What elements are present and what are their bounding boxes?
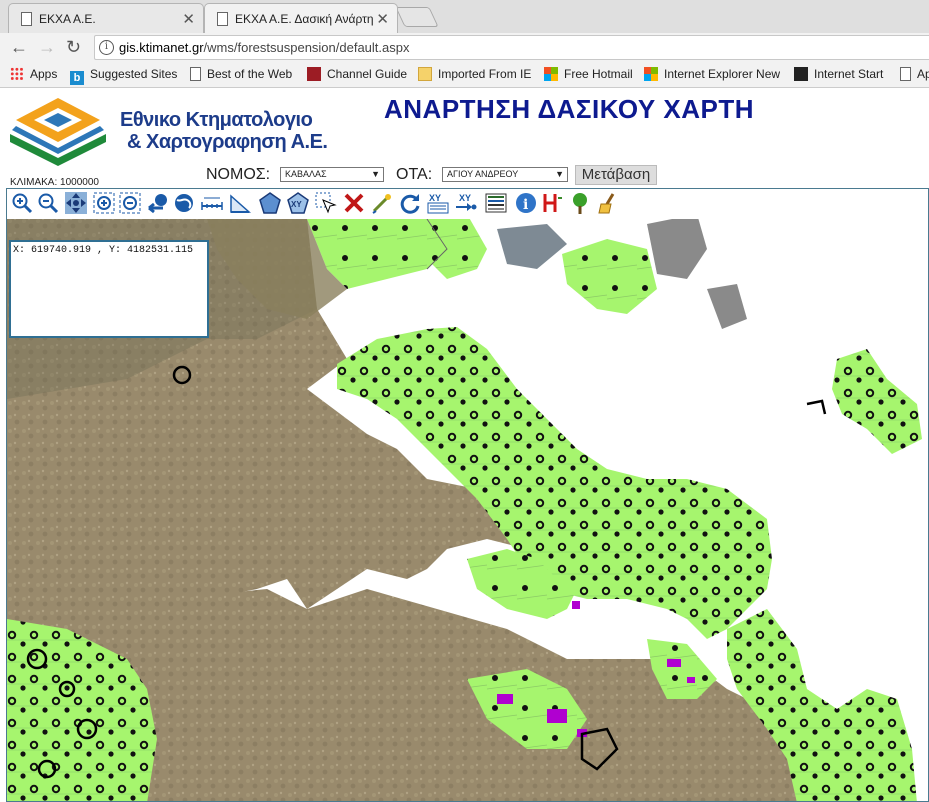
folder-icon [418, 67, 432, 81]
go-button[interactable]: Μετάβαση [575, 165, 657, 185]
select-icon[interactable] [315, 192, 337, 214]
logo-line-2: & Χαρτογραφηση Α.Ε. [127, 131, 328, 153]
map-viewer[interactable]: XY XY XY i X: 619740.919 , Y: 4182531.11… [6, 188, 929, 802]
page-icon [21, 12, 32, 26]
nomos-select[interactable]: ΚΑΒΑΛΑΣ [280, 167, 384, 182]
apps-icon [10, 67, 24, 81]
zoom-in-icon[interactable] [11, 192, 33, 214]
zoom-box-in-icon[interactable] [93, 192, 115, 214]
nomos-label: ΝΟΜΟΣ: [206, 166, 271, 183]
zoom-box-out-icon[interactable] [119, 192, 141, 214]
coordinates-readout: X: 619740.919 , Y: 4182531.115 [13, 245, 194, 256]
info-icon[interactable]: i [515, 192, 537, 214]
bookmark-label: Apps [30, 67, 58, 81]
windows-icon [644, 67, 658, 81]
url-text[interactable]: gis.ktimanet.gr/wms/forestsuspension/def… [119, 40, 409, 55]
close-tab-icon[interactable]: ✕ [376, 10, 389, 28]
xy-goto-icon[interactable]: XY [455, 192, 477, 214]
page-title: ΑΝΑΡΤΗΣΗ ΔΑΣΙΚΟΥ ΧΑΡΤΗ [384, 94, 755, 124]
address-bar[interactable]: i gis.ktimanet.gr/wms/forestsuspension/d… [94, 35, 929, 60]
coordinates-panel: X: 619740.919 , Y: 4182531.115 [9, 240, 209, 338]
measure-distance-icon[interactable] [201, 192, 223, 214]
k-icon [794, 67, 808, 81]
forest-icon[interactable] [569, 192, 591, 214]
bookmark-more[interactable]: Ap [900, 67, 929, 81]
ota-select[interactable]: ΑΓΙΟΥ ΑΝΔΡΕΟΥ [442, 167, 568, 182]
browser-tab-title: ΕΚΧΑ Α.Ε. Δασική Ανάρτη [235, 12, 374, 26]
url-path: /wms/forestsuspension/default.aspx [203, 40, 410, 55]
bing-icon: b [70, 71, 84, 85]
pan-icon[interactable] [65, 192, 87, 214]
close-tab-icon[interactable]: ✕ [182, 10, 195, 28]
browser-tabstrip: ΕΚΧΑ Α.Ε. ✕ ΕΚΧΑ Α.Ε. Δασική Ανάρτη ✕ [0, 0, 929, 33]
bookmark-label: Internet Explorer News [664, 67, 780, 81]
ktimatologio-logo-icon [10, 98, 106, 166]
xy-list-icon[interactable]: XY [427, 192, 449, 214]
reload-icon[interactable]: ↻ [66, 37, 81, 58]
windows-icon [544, 67, 558, 81]
bookmark-label: Imported From IE [438, 67, 532, 81]
new-tab-button[interactable] [395, 7, 439, 27]
full-extent-icon[interactable] [173, 192, 195, 214]
clear-icon[interactable] [343, 192, 365, 214]
refresh-icon[interactable] [399, 192, 421, 214]
browser-tab-2[interactable]: ΕΚΧΑ Α.Ε. Δασική Ανάρτη ✕ [204, 3, 398, 33]
logo-line-1: Εθνικο Κτηματολογιο [120, 109, 313, 131]
browser-tab-title: ΕΚΧΑ Α.Ε. [39, 12, 96, 26]
zoom-out-icon[interactable] [37, 192, 59, 214]
svg-text:XY: XY [429, 193, 441, 203]
polygon-icon[interactable] [259, 192, 281, 214]
forward-icon[interactable]: → [38, 37, 56, 58]
back-icon[interactable]: ← [10, 37, 28, 58]
svg-text:i: i [523, 197, 528, 213]
info-icon[interactable]: i [99, 40, 114, 55]
logo-text: Εθνικο Κτηματολογιο & Χαρτογραφηση Α.Ε. [120, 109, 328, 153]
history-icon[interactable] [541, 192, 563, 214]
bookmark-label: Free Hotmail [564, 67, 633, 81]
xy-polygon-icon[interactable]: XY [287, 192, 309, 214]
bookmark-internet-start[interactable]: Internet Start [794, 67, 883, 81]
bookmark-apps[interactable]: Apps [10, 67, 57, 81]
bookmark-ie-news[interactable]: Internet Explorer News [644, 67, 780, 81]
url-host: gis.ktimanet.gr [119, 40, 204, 55]
bookmark-suggested-sites[interactable]: b Suggested Sites [70, 67, 177, 85]
bookmark-label: Internet Start [814, 67, 884, 81]
browser-tab-1[interactable]: ΕΚΧΑ Α.Ε. ✕ [8, 3, 204, 33]
svg-text:XY: XY [291, 200, 302, 209]
bookmark-label: Best of the Web [207, 67, 293, 81]
map-scale-label: ΚΛΙΜΑΚΑ: 1000000 [10, 177, 99, 188]
bookmark-channel-guide[interactable]: Channel Guide [307, 67, 407, 81]
svg-text:XY: XY [459, 193, 471, 203]
map-toolbar: XY XY XY i [7, 189, 928, 219]
legend-icon[interactable] [485, 192, 507, 214]
bookmark-imported-ie[interactable]: Imported From IE [418, 67, 531, 81]
previous-view-icon[interactable] [147, 192, 169, 214]
bookmark-label: Ap [917, 67, 929, 81]
page-icon [190, 67, 201, 81]
draw-point-icon[interactable] [371, 192, 393, 214]
page-icon [217, 12, 228, 26]
bookmarks-bar: Apps b Suggested Sites Best of the Web Ch… [0, 62, 929, 88]
bookmark-label: Suggested Sites [90, 67, 178, 81]
bookmark-label: Channel Guide [327, 67, 408, 81]
bookmark-best-of-web[interactable]: Best of the Web [190, 67, 292, 81]
measure-area-icon[interactable] [229, 192, 251, 214]
channel-icon [307, 67, 321, 81]
page-icon [900, 67, 911, 81]
browser-toolbar: ← → ↻ i gis.ktimanet.gr/wms/forestsuspen… [0, 33, 929, 62]
clear-brush-icon[interactable] [597, 192, 619, 214]
bookmark-free-hotmail[interactable]: Free Hotmail [544, 67, 633, 81]
ota-label: ΟΤΑ: [396, 166, 433, 183]
